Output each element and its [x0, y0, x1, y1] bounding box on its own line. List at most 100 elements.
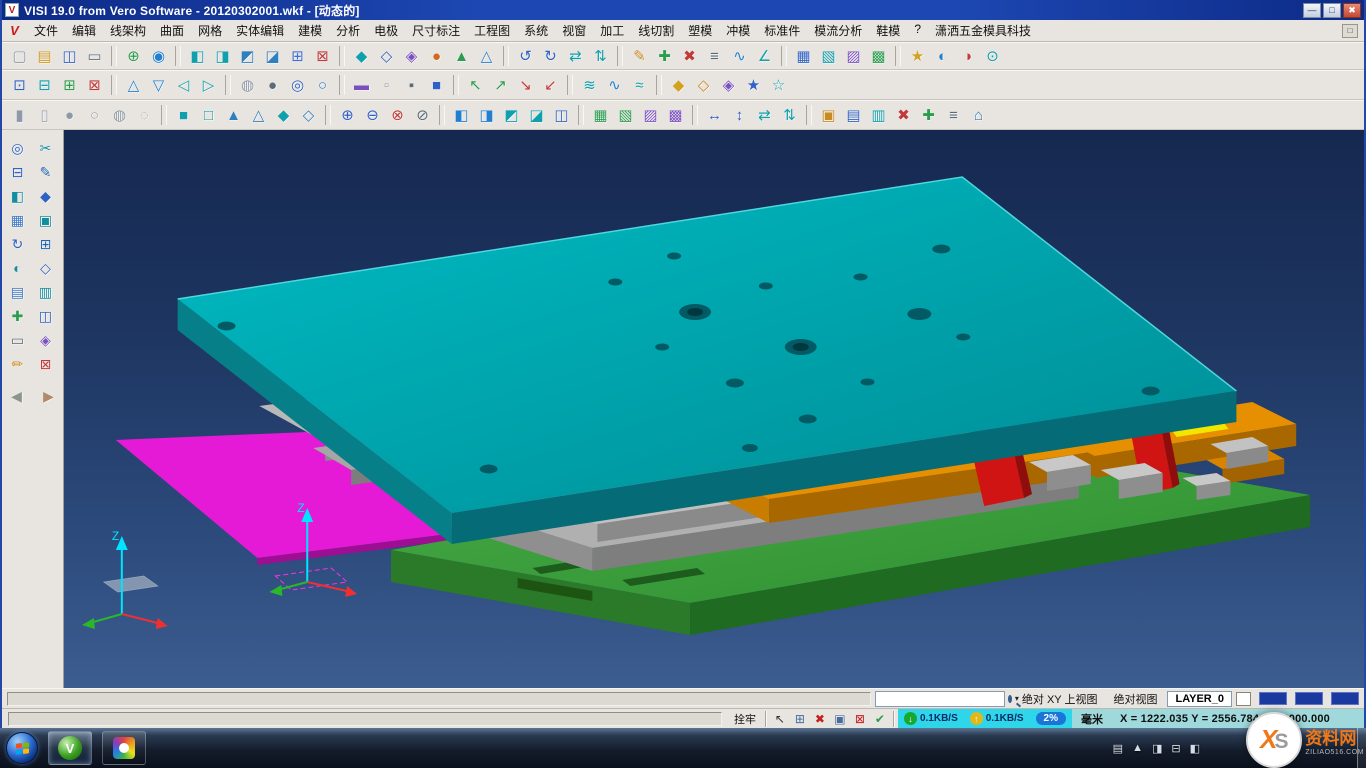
- tool-icon[interactable]: ≋: [577, 73, 602, 97]
- tool-icon[interactable]: ◇: [296, 103, 321, 127]
- menu-item[interactable]: 编辑: [65, 20, 103, 41]
- primitive-icon[interactable]: ●: [57, 103, 82, 127]
- tool-icon[interactable]: ●: [424, 44, 449, 68]
- minimize-button[interactable]: —: [1303, 3, 1321, 18]
- tool-icon[interactable]: ▷: [196, 73, 221, 97]
- material-icon[interactable]: ◈: [34, 329, 58, 351]
- tool-icon[interactable]: ◇: [374, 44, 399, 68]
- menu-item[interactable]: 潇洒五金模具科技: [928, 20, 1038, 41]
- docked-window-button[interactable]: [1295, 692, 1323, 705]
- primitive-icon[interactable]: ◌: [132, 103, 157, 127]
- tool-icon[interactable]: ▲: [449, 44, 474, 68]
- tool-icon[interactable]: ▪: [399, 73, 424, 97]
- tool-icon[interactable]: ⊖: [360, 103, 385, 127]
- tool-icon[interactable]: ⊗: [385, 103, 410, 127]
- tool-icon[interactable]: ▣: [816, 103, 841, 127]
- tool-icon[interactable]: ◧: [449, 103, 474, 127]
- layers-icon[interactable]: ▤: [6, 281, 30, 303]
- trim-icon[interactable]: ✂: [34, 137, 58, 159]
- frame-icon[interactable]: ▣: [34, 209, 58, 231]
- tool-icon[interactable]: ◐: [930, 44, 955, 68]
- tool-icon[interactable]: ◈: [399, 44, 424, 68]
- tool-icon[interactable]: ↘: [513, 73, 538, 97]
- confirm-icon[interactable]: ✔: [870, 712, 890, 726]
- network-icon[interactable]: ⊟: [1171, 742, 1180, 755]
- tool-icon[interactable]: ⊠: [310, 44, 335, 68]
- tool-icon[interactable]: ■: [424, 73, 449, 97]
- tool-icon[interactable]: △: [474, 44, 499, 68]
- redo-icon[interactable]: ↻: [538, 44, 563, 68]
- tool-icon[interactable]: ⊞: [285, 44, 310, 68]
- tool-icon[interactable]: ◆: [666, 73, 691, 97]
- zoom-icon[interactable]: ◎: [6, 137, 30, 159]
- menu-item[interactable]: 实体编辑: [229, 20, 291, 41]
- tool-icon[interactable]: ◨: [210, 44, 235, 68]
- tool-icon[interactable]: ▨: [841, 44, 866, 68]
- select-box-icon[interactable]: ▣: [830, 712, 850, 726]
- solid-icon[interactable]: ◆: [34, 185, 58, 207]
- tool-icon[interactable]: ◑: [955, 44, 980, 68]
- tool-icon[interactable]: ⌂: [966, 103, 991, 127]
- tray-icon[interactable]: ▤: [1113, 742, 1123, 755]
- rotate-view-icon[interactable]: ↻: [6, 233, 30, 255]
- shade-icon[interactable]: ◧: [6, 185, 30, 207]
- primitive-icon[interactable]: ▯: [32, 103, 57, 127]
- tool-icon[interactable]: ↔: [702, 103, 727, 127]
- tool-icon[interactable]: ▬: [349, 73, 374, 97]
- tool-icon[interactable]: ∿: [602, 73, 627, 97]
- menu-item[interactable]: 冲模: [719, 20, 757, 41]
- menu-item[interactable]: 标准件: [757, 20, 807, 41]
- menu-item[interactable]: 视窗: [555, 20, 593, 41]
- docked-window-button[interactable]: [1331, 692, 1359, 705]
- maximize-button[interactable]: □: [1323, 3, 1341, 18]
- tool-icon[interactable]: ⇄: [563, 44, 588, 68]
- tool-icon[interactable]: □: [196, 103, 221, 127]
- start-button[interactable]: [6, 732, 38, 764]
- tool-icon[interactable]: ⊕: [121, 44, 146, 68]
- docked-window-button[interactable]: [1259, 692, 1287, 705]
- tool-icon[interactable]: ▦: [588, 103, 613, 127]
- menu-item[interactable]: ?: [907, 20, 928, 41]
- tool-icon[interactable]: ◧: [185, 44, 210, 68]
- tool-icon[interactable]: △: [121, 73, 146, 97]
- pan-icon[interactable]: ⊞: [34, 233, 58, 255]
- tool-icon[interactable]: ✚: [652, 44, 677, 68]
- sketch-icon[interactable]: ✎: [34, 161, 58, 183]
- menu-item[interactable]: 加工: [593, 20, 631, 41]
- tool-icon[interactable]: ✚: [916, 103, 941, 127]
- render-icon[interactable]: ◐: [6, 257, 30, 279]
- split-view-icon[interactable]: ◫: [34, 305, 58, 327]
- volume-icon[interactable]: ◧: [1190, 742, 1200, 755]
- tool-icon[interactable]: ◩: [235, 44, 260, 68]
- mdi-restore-button[interactable]: □: [1342, 24, 1358, 38]
- tool-icon[interactable]: ▧: [816, 44, 841, 68]
- tool-icon[interactable]: ▩: [663, 103, 688, 127]
- undo-icon[interactable]: ↺: [513, 44, 538, 68]
- tool-icon[interactable]: ◩: [499, 103, 524, 127]
- tool-icon[interactable]: ⊞: [57, 73, 82, 97]
- tool-icon[interactable]: ▦: [791, 44, 816, 68]
- wireframe-icon[interactable]: ◇: [34, 257, 58, 279]
- view-selector[interactable]: ▾ 绝对 XY 上视图: [1009, 690, 1104, 707]
- absolute-view-button[interactable]: 绝对视图: [1107, 690, 1163, 707]
- tool-icon[interactable]: ✎: [627, 44, 652, 68]
- tool-icon[interactable]: ✖: [891, 103, 916, 127]
- menu-item[interactable]: 网格: [191, 20, 229, 41]
- tool-icon[interactable]: ≈: [627, 73, 652, 97]
- tool-icon[interactable]: ↗: [488, 73, 513, 97]
- menu-item[interactable]: 建模: [291, 20, 329, 41]
- tool-icon[interactable]: ▲: [221, 103, 246, 127]
- add-icon[interactable]: ✚: [6, 305, 30, 327]
- tool-icon[interactable]: ⇅: [588, 44, 613, 68]
- menu-item[interactable]: 线切割: [631, 20, 681, 41]
- tool-icon[interactable]: ◉: [146, 44, 171, 68]
- tool-icon[interactable]: ▧: [613, 103, 638, 127]
- close-button[interactable]: ✖: [1343, 3, 1361, 18]
- tool-icon[interactable]: ☆: [766, 73, 791, 97]
- tool-icon[interactable]: ⊘: [410, 103, 435, 127]
- menu-item[interactable]: 电极: [367, 20, 405, 41]
- tool-icon[interactable]: ■: [171, 103, 196, 127]
- tool-icon[interactable]: ⊟: [32, 73, 57, 97]
- lock-toggle[interactable]: 拴牢: [728, 711, 762, 727]
- tool-icon[interactable]: ▽: [146, 73, 171, 97]
